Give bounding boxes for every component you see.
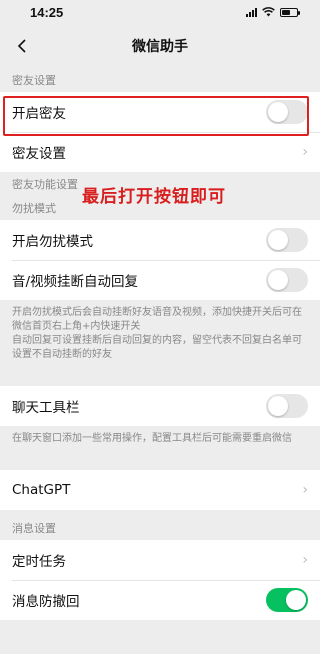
back-icon[interactable] (12, 36, 32, 56)
row-chat-toolbar[interactable]: 聊天工具栏 (0, 386, 320, 426)
dnd-description: 开启勿扰模式后会自动挂断好友语音及视频，添加快捷开关后可在微信首页右上角+内快速… (12, 307, 302, 360)
open-friends-toggle[interactable] (266, 100, 308, 124)
chevron-right-icon: › (302, 482, 308, 498)
section-header-msg: 消息设置 (12, 522, 56, 535)
row-auto-reply[interactable]: 音/视频挂断自动回复 (0, 260, 320, 300)
status-time: 14:25 (30, 4, 64, 20)
row-anti-recall[interactable]: 消息防撤回 (0, 580, 320, 620)
status-bar: 14:25 (0, 0, 320, 24)
page-title: 微信助手 (132, 39, 188, 55)
row-label: 开启勿扰模式 (12, 234, 93, 250)
signal-icon (246, 7, 257, 17)
toolbar-description: 在聊天窗口添加一些常用操作，配置工具栏后可能需要重启微信 (12, 433, 292, 444)
annotation-text: 最后打开按钮即可 (82, 187, 226, 207)
auto-reply-toggle[interactable] (266, 268, 308, 292)
battery-icon (280, 7, 300, 17)
row-friends-settings[interactable]: 密友设置 › (0, 132, 320, 172)
row-open-friends[interactable]: 开启密友 (0, 92, 320, 132)
row-label: 音/视频挂断自动回复 (12, 274, 139, 290)
section-header-friends: 密友设置 (12, 74, 56, 87)
status-icons (246, 7, 300, 17)
wifi-icon (262, 7, 275, 17)
row-label: 开启密友 (12, 106, 66, 122)
row-label: 定时任务 (12, 554, 66, 570)
row-chatgpt[interactable]: ChatGPT › (0, 470, 320, 510)
row-label: 聊天工具栏 (12, 400, 80, 416)
row-label: ChatGPT (12, 482, 71, 498)
chat-toolbar-toggle[interactable] (266, 394, 308, 418)
dnd-toggle[interactable] (266, 228, 308, 252)
row-open-dnd[interactable]: 开启勿扰模式 (0, 220, 320, 260)
chevron-right-icon: › (302, 552, 308, 568)
anti-recall-toggle[interactable] (266, 588, 308, 612)
row-label: 消息防撤回 (12, 594, 80, 610)
row-label: 密友设置 (12, 146, 66, 162)
row-scheduled-task[interactable]: 定时任务 › (0, 540, 320, 580)
chevron-right-icon: › (302, 144, 308, 160)
nav-bar: 微信助手 (0, 24, 320, 68)
